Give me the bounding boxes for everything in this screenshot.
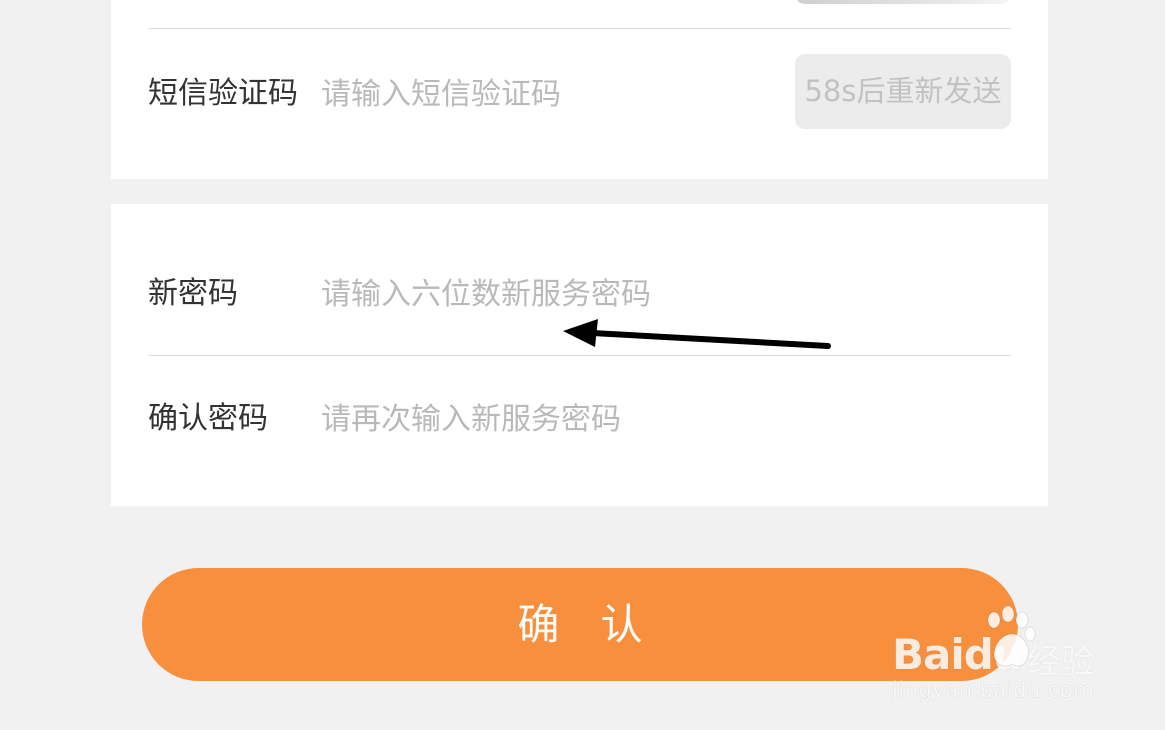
baidu-jingyan-watermark: Baidu 经验 jingyan.baidu.com (892, 600, 1107, 710)
clipped-top-control (795, 0, 1011, 4)
sms-code-input[interactable] (321, 74, 771, 114)
divider (148, 355, 1011, 356)
confirm-password-label: 确认密码 (148, 401, 268, 436)
watermark-url: jingyan.baidu.com (892, 678, 1095, 702)
new-password-input[interactable] (321, 274, 981, 314)
resend-sms-button[interactable]: 58s后重新发送 (795, 54, 1011, 129)
divider (148, 28, 1011, 29)
watermark-product: 经验 (1027, 642, 1095, 682)
sms-code-label: 短信验证码 (148, 76, 298, 111)
confirm-button[interactable]: 确 认 (142, 568, 1018, 681)
new-password-label: 新密码 (148, 276, 238, 311)
confirm-password-input[interactable] (321, 399, 981, 439)
